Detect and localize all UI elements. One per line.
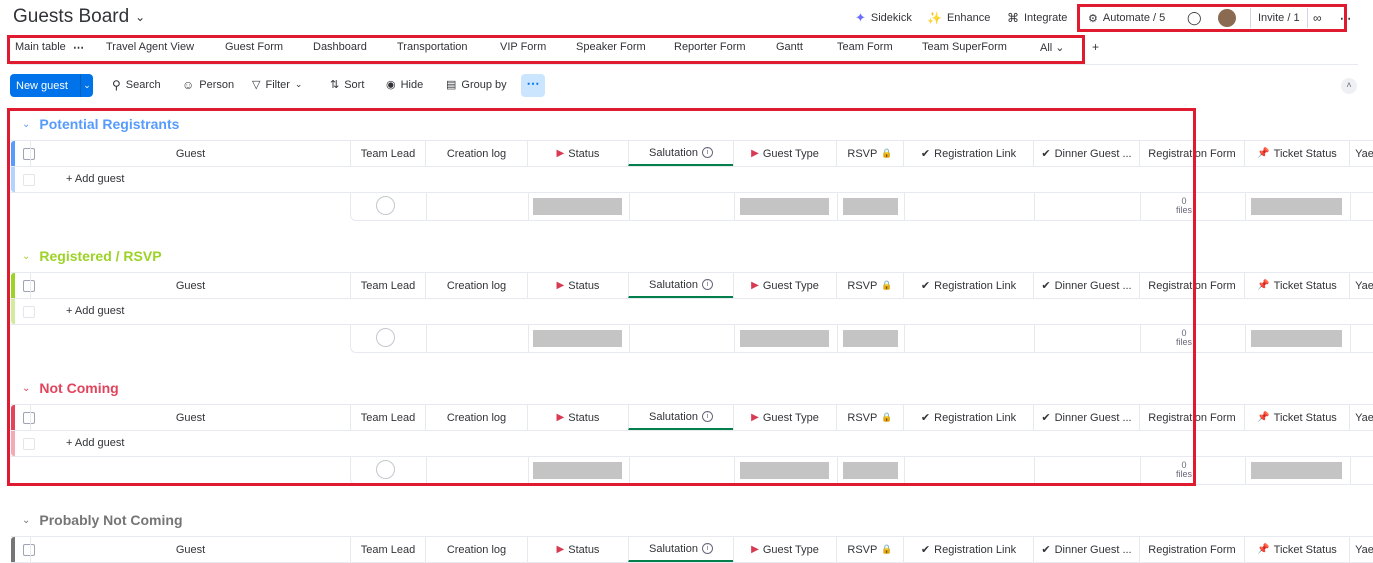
column-header[interactable]: Registration Form [1139,537,1244,562]
filter-icon: ▽ [252,79,261,91]
chevron-down-icon: ⌄ [294,79,303,89]
column-header[interactable]: ✔ Dinner Guest ... [1033,537,1139,562]
ticket-status-summary-bar[interactable] [1251,198,1342,215]
check-icon: ✔ [1041,544,1051,556]
group-icon: ▤ [446,79,457,91]
chevron-down-icon[interactable]: ⌄ [81,80,93,91]
enhance-button[interactable]: ✨ Enhance [927,8,990,28]
column-header[interactable]: 📌 Ticket Status [1244,273,1349,298]
eye-icon: ◉ [386,79,396,91]
column-header-label: Registration Link [934,543,1017,556]
lock-icon: 🔒 [881,544,893,554]
check-icon: ✔ [920,544,931,556]
person-icon: ☺ [182,78,195,92]
hide-button[interactable]: ◉ Hide [386,78,424,92]
sort-button[interactable]: ⇅ Sort [330,78,365,92]
column-header[interactable]: Creation log [425,537,527,562]
search-icon: ⚲ [112,78,121,92]
column-header-label: Ticket Status [1273,147,1337,160]
column-header[interactable]: RSVP 🔒 [836,537,903,562]
column-header[interactable]: Salutation i [628,537,733,562]
group-name[interactable]: Probably Not Coming [39,512,182,528]
column-header-label: Ticket Status [1273,411,1337,424]
column-header-label: Yae [1355,279,1373,292]
column-header-label: Team Lead [360,543,416,556]
flag-icon: ▶ [751,544,759,555]
column-header-label: Yae [1355,147,1373,160]
filter-label: Filter [265,78,290,91]
flag-icon: ▶ [556,544,565,555]
chevron-down-icon[interactable]: ⌄ [22,515,30,526]
integrate-label: Integrate [1024,12,1068,24]
column-header-label: Ticket Status [1273,279,1337,292]
column-header[interactable]: ✔ Registration Link [903,537,1033,562]
new-item-label: New guest [16,79,68,92]
more-toolbar-button[interactable]: ⋯ [521,74,545,97]
group-color-bar [11,537,15,562]
add-view-button[interactable]: + [1092,40,1099,54]
column-header-label: Creation log [446,543,507,556]
column-header[interactable]: Yae [1349,141,1373,166]
search-label: Search [125,79,161,91]
group-header-row: Guest Team Lead Creation log ▶ Status Salutat… [11,536,1373,563]
column-header[interactable]: Yae [1349,273,1373,298]
collapse-header-button[interactable]: ˄ [1341,78,1357,94]
pin-icon: 📌 [1257,412,1270,423]
sidekick-button[interactable]: ✦ Sidekick [855,8,912,28]
sidekick-label: Sidekick [870,12,912,24]
column-header[interactable]: ▶ Guest Type [733,537,836,562]
sidekick-icon: ✦ [855,10,866,25]
new-item-button[interactable]: New guest ⌄ [10,74,93,97]
column-header-label: Guest [175,543,206,556]
ticket-status-summary-bar[interactable] [1251,330,1342,347]
column-header-label: Status [568,543,600,556]
column-header[interactable]: Yae [1349,405,1373,430]
ticket-status-summary-bar[interactable] [1251,462,1342,479]
hide-label: Hide [400,78,424,91]
pin-icon: 📌 [1257,544,1270,555]
column-header[interactable]: 📌 Ticket Status [1244,141,1349,166]
column-header-label: RSVP [847,543,878,556]
group-title[interactable]: ⌄ Probably Not Coming [22,512,183,528]
pin-icon: 📌 [1257,280,1270,291]
column-header-label: Yae [1355,411,1373,424]
group-by-label: Group by [461,78,507,91]
integrate-button[interactable]: ⌘ Integrate [1007,8,1067,28]
column-header[interactable]: 📌 Ticket Status [1244,405,1349,430]
sort-icon: ⇅ [330,79,340,91]
column-header-label: Dinner Guest ... [1054,543,1132,556]
column-header[interactable]: Team Lead [350,537,425,562]
highlight-box-groups [7,108,1196,486]
search-button[interactable]: ⚲ Search [112,78,161,92]
filter-button[interactable]: ▽ Filter ⌄ [252,78,303,92]
column-header-label: Yae [1355,543,1373,556]
tabs-divider [10,64,1358,65]
column-header-label: Ticket Status [1273,543,1337,556]
column-header[interactable]: Guest [30,537,350,562]
pin-icon: 📌 [1257,148,1270,159]
column-header-label: Registration Form [1148,543,1236,556]
sort-label: Sort [344,78,365,91]
wand-icon: ✨ [927,11,942,25]
person-label: Person [199,79,235,91]
integrate-icon: ⌘ [1007,11,1019,25]
highlight-box-topbar [1077,4,1347,32]
column-header[interactable]: Yae [1349,537,1373,562]
column-header[interactable]: 📌 Ticket Status [1244,537,1349,562]
person-filter-button[interactable]: ☺ Person [182,78,234,92]
column-header-label: Guest Type [762,543,819,556]
group-by-button[interactable]: ▤ Group by [446,78,507,92]
enhance-label: Enhance [946,12,991,24]
column-header[interactable]: ▶ Status [527,537,628,562]
highlight-box-tabs [7,35,1085,64]
